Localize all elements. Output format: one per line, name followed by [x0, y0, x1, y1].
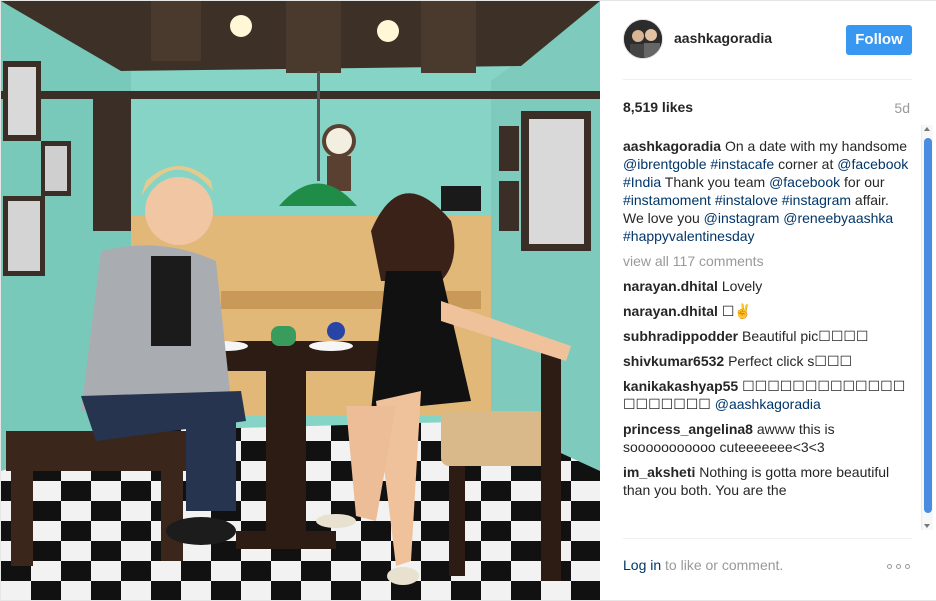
caption-tag-link[interactable]: @facebook	[769, 174, 840, 190]
comment-username[interactable]: subhradippodder	[623, 328, 738, 344]
post-header: aashkagoradia Follow	[601, 1, 936, 80]
caption-tag-link[interactable]: @facebook	[837, 156, 908, 172]
scroll-up-arrow-icon[interactable]	[924, 127, 930, 131]
scroll-down-arrow-icon[interactable]	[924, 524, 930, 528]
follow-button[interactable]: Follow	[846, 25, 912, 55]
caption-tag-link[interactable]: #instamoment	[623, 192, 711, 208]
login-prompt: Log in to like or comment.	[623, 557, 783, 573]
caption-tag-link[interactable]: #instagram	[782, 192, 851, 208]
cafe-scene-illustration	[1, 1, 600, 600]
likes-count[interactable]: 8,519 likes	[623, 99, 693, 115]
comment-text: Perfect click s☐☐☐	[728, 353, 853, 369]
more-dot	[896, 564, 901, 569]
avatar-image	[624, 20, 662, 58]
more-options-icon[interactable]	[887, 564, 911, 570]
comment-row: im_aksheti Nothing is gotta more beautif…	[623, 463, 913, 499]
comment-row: narayan.dhital Lovely	[623, 277, 913, 295]
comment-username[interactable]: narayan.dhital	[623, 303, 718, 319]
post-details-panel: aashkagoradia Follow 8,519 likes 5d aash…	[601, 1, 936, 600]
caption: aashkagoradia On a date with my handsome…	[623, 137, 913, 245]
caption-tag-link[interactable]: @ibrentgoble	[623, 156, 707, 172]
comment-text: Lovely	[721, 278, 763, 294]
login-prompt-text: to like or comment.	[661, 557, 784, 573]
caption-tag-link[interactable]: #happyvalentinesday	[623, 228, 755, 244]
comment-username[interactable]: kanikakashyap55	[623, 378, 738, 394]
comment-row: kanikakashyap55 ☐☐☐☐☐☐☐☐☐☐☐☐☐ ☐☐☐☐☐☐☐ @a…	[623, 377, 913, 413]
footer-divider	[623, 538, 912, 539]
comment-row: princess_angelina8 awww this is sooooooo…	[623, 420, 913, 456]
caption-tag-link[interactable]: #instacafe	[710, 156, 774, 172]
caption-tag-link[interactable]: #India	[623, 174, 661, 190]
login-link[interactable]: Log in	[623, 557, 661, 573]
post-container: aashkagoradia Follow 8,519 likes 5d aash…	[0, 0, 936, 601]
post-age[interactable]: 5d	[894, 100, 910, 116]
comment-username[interactable]: im_aksheti	[623, 464, 695, 480]
caption-tag-link[interactable]: #instalove	[715, 192, 778, 208]
comment-username[interactable]: princess_angelina8	[623, 421, 753, 437]
comment-username[interactable]: shivkumar6532	[623, 353, 724, 369]
comment-username[interactable]: narayan.dhital	[623, 278, 718, 294]
caption-tag-link[interactable]: @reneebyaashka	[783, 210, 893, 226]
comment-row: narayan.dhital ☐✌	[623, 302, 913, 320]
comment-row: subhradippodder Beautiful pic☐☐☐☐	[623, 327, 913, 345]
comment-text: ☐✌	[721, 303, 752, 319]
comment-mention-link[interactable]: @aashkagoradia	[715, 396, 821, 412]
caption-text-segment: Thank you team	[661, 174, 770, 190]
caption-tag-link[interactable]: @instagram	[704, 210, 780, 226]
caption-username[interactable]: aashkagoradia	[623, 138, 721, 154]
scrollbar-thumb[interactable]	[924, 138, 932, 513]
post-photo[interactable]	[1, 1, 600, 600]
avatar[interactable]	[623, 19, 663, 59]
comment-row: shivkumar6532 Perfect click s☐☐☐	[623, 352, 913, 370]
caption-text-segment: corner at	[774, 156, 838, 172]
username-link[interactable]: aashkagoradia	[674, 30, 772, 46]
caption-text-segment: On a date with my handsome	[724, 138, 908, 154]
more-dot	[905, 564, 910, 569]
caption-text-segment: for our	[840, 174, 885, 190]
header-divider	[623, 79, 912, 80]
view-all-comments-link[interactable]: view all 117 comments	[623, 252, 913, 270]
comment-entries: narayan.dhital Lovely narayan.dhital ☐✌ su…	[623, 277, 913, 499]
more-dot	[887, 564, 892, 569]
comments-list: aashkagoradia On a date with my handsome…	[623, 137, 913, 530]
comments-scrollbar[interactable]	[921, 125, 933, 530]
comment-text: Beautiful pic☐☐☐☐	[742, 328, 869, 344]
